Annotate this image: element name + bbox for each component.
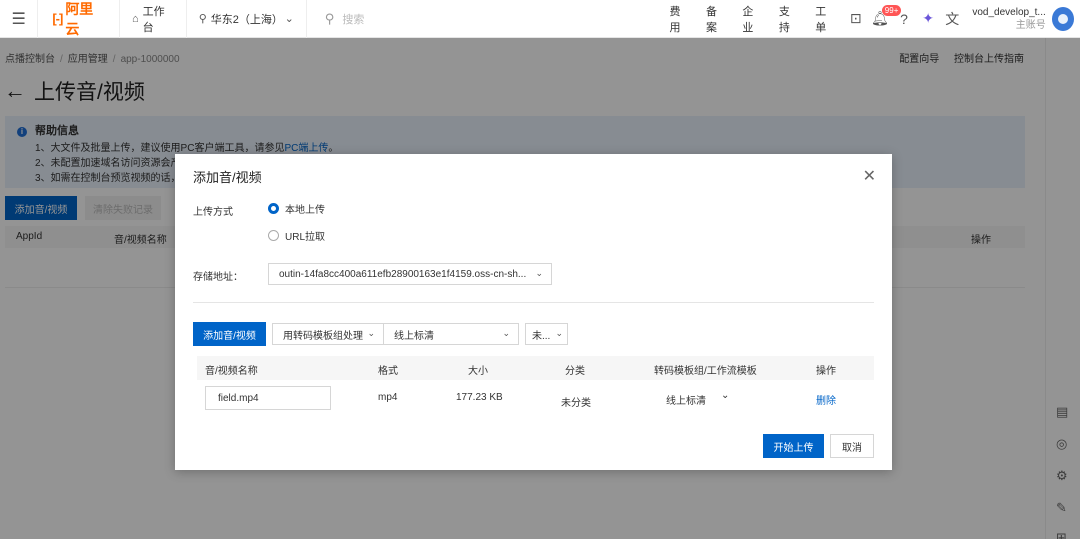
file-name-value: field.mp4	[218, 392, 259, 404]
nav-link-ticket[interactable]: 工单	[807, 3, 843, 35]
nav-link-support[interactable]: 支持	[771, 3, 807, 35]
chevron-down-icon: ⌄	[284, 13, 294, 25]
aliyun-logo[interactable]: [-] 阿里云	[38, 0, 120, 38]
column-header-format: 格式	[378, 366, 398, 377]
close-icon[interactable]: ✕	[863, 166, 876, 186]
logo-mark: [-]	[52, 11, 63, 26]
column-header-action: 操作	[816, 366, 836, 377]
avatar[interactable]	[1051, 6, 1075, 31]
category-select[interactable]: 未... ⌄	[525, 323, 568, 345]
column-header-name: 音/视频名称	[205, 366, 258, 377]
nav-link-billing[interactable]: 费用	[662, 3, 698, 35]
radio-unchecked-icon	[268, 230, 279, 241]
logo-text: 阿里云	[65, 0, 94, 37]
column-header-category: 分类	[565, 366, 585, 377]
chevron-down-icon: ⌄	[535, 268, 543, 278]
menu-icon[interactable]: ☰	[0, 0, 39, 38]
divider	[193, 302, 874, 303]
chevron-down-icon: ⌄	[502, 328, 510, 338]
workbench-label: 工作台	[142, 5, 165, 34]
cancel-button[interactable]: 取消	[830, 434, 874, 458]
storage-value: outin-14fa8cc400a611efb28900163e1f4159.o…	[279, 268, 527, 280]
upload-table-header: 音/视频名称 格式 大小 分类 转码模板组/工作流模板 操作	[197, 356, 874, 380]
column-header-template: 转码模板组/工作流模板	[654, 366, 757, 377]
cell-category[interactable]: 未分类	[561, 394, 591, 409]
language-icon[interactable]: 文	[940, 0, 964, 38]
region-selector[interactable]: ⚲ 华东2（上海） ⌄	[187, 0, 307, 38]
storage-label: 存储地址：	[193, 272, 243, 283]
radio-checked-icon	[268, 203, 279, 214]
nav-link-enterprise[interactable]: 企业	[734, 3, 770, 35]
start-upload-button[interactable]: 开始上传	[763, 434, 824, 458]
terminal-icon[interactable]: ⊡	[844, 0, 868, 38]
template-select[interactable]: 线上标清 ⌄	[383, 323, 519, 345]
radio-url-label: URL拉取	[285, 232, 326, 243]
transcode-mode-value: 用转码模板组处理	[283, 330, 363, 342]
chevron-down-icon: ⌄	[555, 328, 563, 338]
user-account-type: 主账号	[1015, 19, 1046, 31]
category-value: 未...	[532, 330, 551, 342]
table-row: field.mp4 mp4 177.23 KB 未分类 线上标清 ⌄ 删除	[197, 380, 874, 416]
top-navigation-bar: ☰ [-] 阿里云 ⌂ 工作台 ⚲ 华东2（上海） ⌄ ⚲ 搜索 费用 备案 企…	[0, 0, 1080, 38]
search-icon: ⚲	[324, 10, 335, 26]
delete-link[interactable]: 删除	[816, 392, 836, 407]
search-input[interactable]: ⚲ 搜索	[317, 7, 662, 31]
transcode-mode-select[interactable]: 用转码模板组处理 ⌄	[272, 323, 384, 345]
cell-size: 177.23 KB	[456, 392, 503, 403]
help-icon[interactable]: ?	[892, 0, 916, 38]
file-name-input[interactable]: field.mp4	[205, 386, 331, 410]
nav-link-icp[interactable]: 备案	[698, 3, 734, 35]
dialog-add-media-button[interactable]: 添加音/视频	[193, 322, 266, 346]
chevron-down-icon: ⌄	[367, 328, 375, 338]
radio-url-fetch[interactable]: URL拉取	[268, 228, 325, 243]
template-value: 线上标清	[394, 330, 434, 342]
radio-local-label: 本地上传	[285, 205, 325, 216]
upload-method-label: 上传方式	[193, 207, 233, 218]
workbench-link[interactable]: ⌂ 工作台	[120, 0, 187, 38]
add-media-dialog: 添加音/视频 ✕ 上传方式 本地上传 URL拉取 存储地址： outin-14f…	[175, 154, 892, 470]
user-account[interactable]: vod_develop_t... 主账号	[972, 6, 1045, 32]
column-header-size: 大小	[468, 366, 488, 377]
region-label: 华东2（上海）	[210, 13, 283, 26]
radio-local-upload[interactable]: 本地上传	[268, 201, 325, 216]
storage-select[interactable]: outin-14fa8cc400a611efb28900163e1f4159.o…	[268, 263, 552, 285]
location-pin-icon: ⚲	[198, 13, 207, 25]
topbar-right: 费用 备案 企业 支持 工单 ⊡ 🔔︎ 99+ ? ✦ 文 vod_develop…	[662, 0, 1080, 38]
user-name: vod_develop_t...	[972, 6, 1046, 18]
chevron-down-icon[interactable]: ⌄	[721, 390, 729, 401]
cell-template[interactable]: 线上标清	[666, 392, 706, 407]
notification-bell-icon[interactable]: 🔔︎ 99+	[868, 0, 902, 38]
search-placeholder: 搜索	[342, 13, 365, 26]
assistant-icon[interactable]: ✦	[916, 0, 940, 38]
cell-format: mp4	[378, 392, 398, 403]
home-icon: ⌂	[131, 12, 139, 25]
dialog-title: 添加音/视频	[193, 170, 262, 185]
